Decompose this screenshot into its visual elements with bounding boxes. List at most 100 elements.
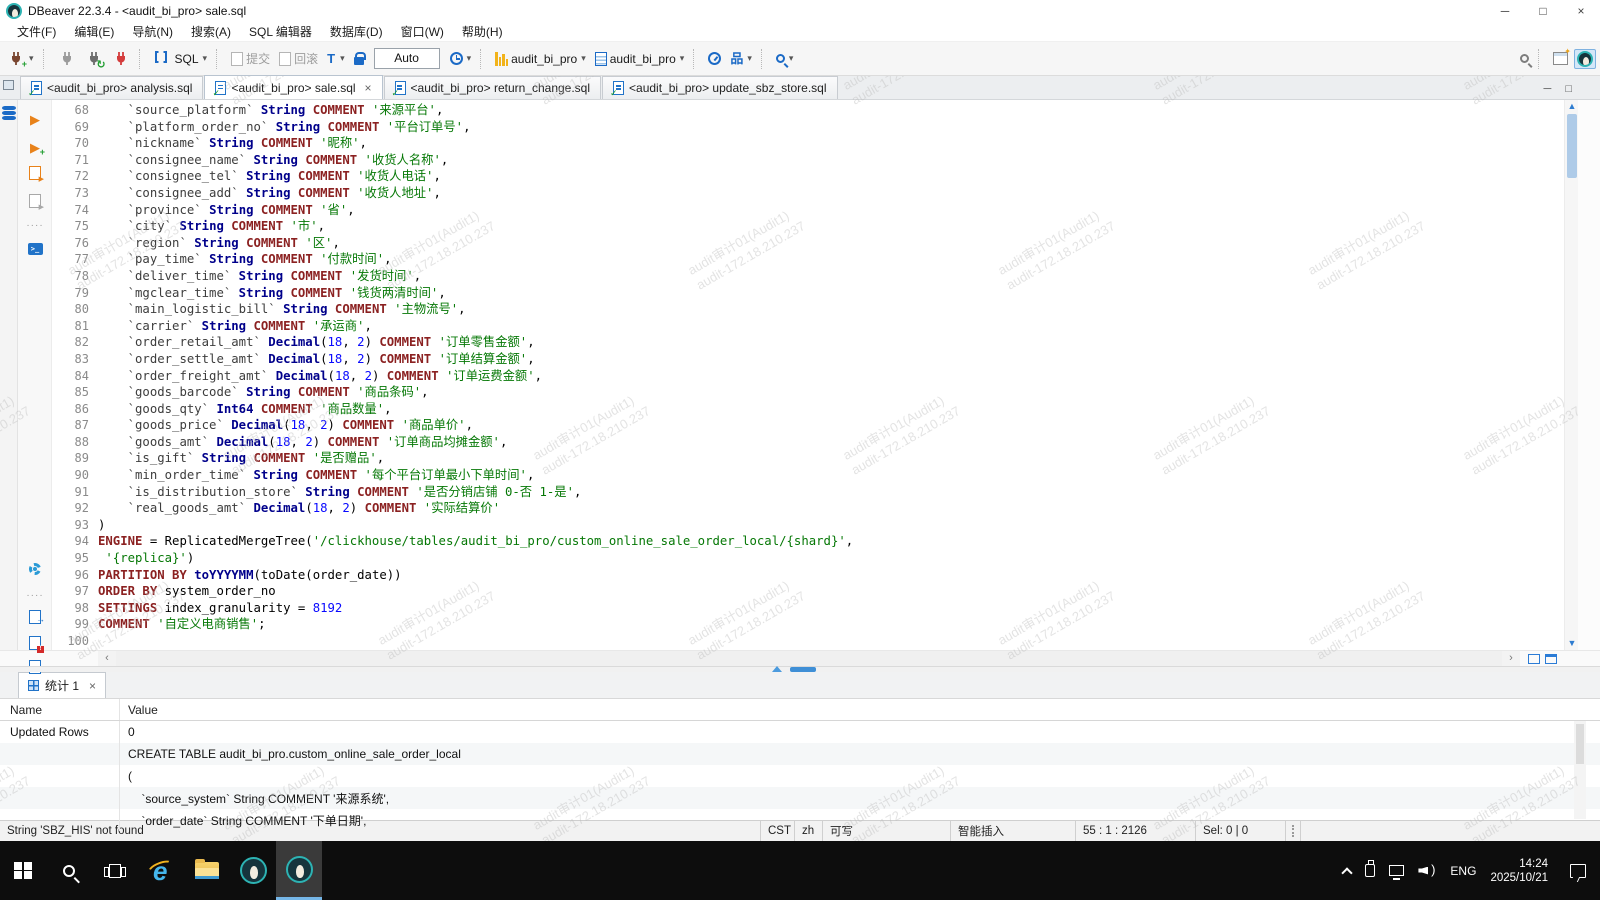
schema-selector[interactable]: audit_bi_pro ▾: [592, 50, 688, 68]
network-icon[interactable]: [1389, 865, 1404, 876]
panel-sash[interactable]: [0, 666, 1600, 672]
volume-icon[interactable]: [1418, 864, 1436, 878]
table-row[interactable]: `source_system` String COMMENT '来源系统',: [0, 787, 1600, 809]
action-center-icon[interactable]: [1570, 864, 1586, 878]
collapse-up-icon[interactable]: [772, 666, 782, 672]
tab-close-icon[interactable]: ×: [365, 81, 372, 95]
sash-handle[interactable]: [790, 667, 816, 672]
usb-icon[interactable]: [1365, 864, 1375, 877]
tab-update-sbz-store-sql[interactable]: <audit_bi_pro> update_sbz_store.sql: [602, 76, 837, 99]
taskbar-search-button[interactable]: [46, 841, 92, 900]
search-icon: [776, 54, 785, 63]
sql-search-button[interactable]: ▾: [773, 51, 797, 66]
minimize-editor-icon[interactable]: ─: [1544, 83, 1552, 95]
database-navigator-icon[interactable]: [2, 106, 16, 121]
execute-script-button[interactable]: [26, 164, 44, 182]
settings-button[interactable]: [26, 560, 44, 578]
cell-name[interactable]: Updated Rows: [0, 721, 120, 743]
menu-database[interactable]: 数据库(D): [321, 23, 392, 40]
cell-name[interactable]: [0, 787, 120, 809]
reconnect-button[interactable]: ↻: [82, 48, 106, 70]
scrollbar-thumb[interactable]: [1567, 114, 1577, 178]
cell-value[interactable]: `order_date` String COMMENT '下单日期',: [120, 809, 1600, 831]
tab-sale-sql[interactable]: <audit_bi_pro> sale.sql ×: [204, 75, 382, 99]
global-search-button[interactable]: [1517, 52, 1532, 65]
cell-value[interactable]: (: [120, 765, 1600, 787]
lock-button[interactable]: [351, 50, 367, 67]
code-line: `nickname` String COMMENT '昵称',: [98, 135, 1564, 152]
cell-value[interactable]: 0: [120, 721, 1600, 743]
menu-help[interactable]: 帮助(H): [453, 23, 512, 40]
file-explorer-button[interactable]: [184, 841, 230, 900]
internet-explorer-button[interactable]: e: [138, 841, 184, 900]
code-line: `goods_barcode` String COMMENT '商品条码',: [98, 384, 1564, 401]
table-row[interactable]: Updated Rows0: [0, 721, 1600, 743]
rollback-button[interactable]: 回滚: [276, 48, 321, 69]
table-row[interactable]: CREATE TABLE audit_bi_pro.custom_online_…: [0, 743, 1600, 765]
sql-editor-button[interactable]: SQL ▾: [151, 48, 211, 70]
code-line: '{replica}'): [98, 550, 1564, 567]
maximize-editor-icon[interactable]: □: [1565, 83, 1572, 95]
minimize-results-icon[interactable]: [1528, 654, 1540, 664]
connect-button[interactable]: [55, 48, 79, 70]
dbeaver-taskbar-button-active[interactable]: [276, 841, 322, 900]
column-header-name[interactable]: Name: [0, 699, 120, 720]
scroll-right-icon[interactable]: ›: [1502, 651, 1520, 666]
start-button[interactable]: [0, 841, 46, 900]
scrollbar-corner: [0, 651, 98, 666]
scroll-left-icon[interactable]: ‹: [98, 651, 116, 666]
column-header-value[interactable]: Value: [120, 699, 1600, 720]
new-connection-button[interactable]: + ▾: [4, 48, 37, 70]
tab-return-change-sql[interactable]: <audit_bi_pro> return_change.sql: [384, 76, 601, 99]
explain-plan-button[interactable]: [26, 192, 44, 210]
transaction-mode-button[interactable]: T ▾: [324, 49, 347, 68]
window-maximize-button[interactable]: □: [1524, 0, 1562, 22]
maximize-results-icon[interactable]: [1545, 654, 1557, 664]
tab-close-icon[interactable]: ×: [89, 679, 96, 693]
cell-name[interactable]: [0, 743, 120, 765]
show-hidden-icons-chevron[interactable]: [1342, 867, 1353, 878]
task-view-button[interactable]: [92, 841, 138, 900]
restore-panes-icon[interactable]: [3, 80, 14, 90]
execute-new-tab-button[interactable]: ▶+: [26, 138, 44, 156]
dashboard-button[interactable]: [705, 50, 724, 67]
results-scrollbar[interactable]: [1574, 721, 1586, 819]
commit-button[interactable]: 提交: [228, 48, 273, 69]
cell-name[interactable]: [0, 809, 120, 831]
dbeaver-taskbar-button[interactable]: [230, 841, 276, 900]
dbeaver-perspective-button[interactable]: [1574, 49, 1596, 69]
menu-navigate[interactable]: 导航(N): [123, 23, 182, 40]
menu-window[interactable]: 窗口(W): [392, 23, 453, 40]
open-console-button[interactable]: >_: [26, 240, 44, 258]
menu-file[interactable]: 文件(F): [8, 23, 65, 40]
open-perspective-button[interactable]: [1550, 50, 1571, 67]
menu-search[interactable]: 搜索(A): [182, 23, 240, 40]
execute-statement-button[interactable]: ▶: [26, 110, 44, 128]
window-minimize-button[interactable]: ─: [1486, 0, 1524, 22]
doc-export-icon: [29, 610, 41, 624]
input-language[interactable]: ENG: [1450, 864, 1476, 878]
transaction-log-button[interactable]: ▾: [447, 50, 475, 67]
cell-name[interactable]: [0, 765, 120, 787]
code-area[interactable]: `source_platform` String COMMENT '来源平台',…: [98, 100, 1564, 650]
scroll-down-icon[interactable]: ▼: [1565, 637, 1579, 650]
table-row[interactable]: `order_date` String COMMENT '下单日期',: [0, 809, 1600, 831]
table-row[interactable]: (: [0, 765, 1600, 787]
scroll-up-icon[interactable]: ▲: [1565, 100, 1579, 113]
tab-analysis-sql[interactable]: <audit_bi_pro> analysis.sql: [20, 76, 203, 99]
menu-sql-editor[interactable]: SQL 编辑器: [240, 23, 321, 40]
tasks-button[interactable]: 品 ▾: [727, 50, 755, 67]
editor-vertical-scrollbar[interactable]: ▲ ▼: [1564, 100, 1578, 650]
taskbar-clock[interactable]: 14:24 2025/10/21: [1490, 857, 1548, 885]
disconnect-button[interactable]: [109, 48, 133, 70]
cell-value[interactable]: `source_system` String COMMENT '来源系统',: [120, 787, 1600, 809]
cell-value[interactable]: CREATE TABLE audit_bi_pro.custom_online_…: [120, 743, 1600, 765]
export-script-button[interactable]: [26, 608, 44, 626]
code-line: `is_distribution_store` String COMMENT '…: [98, 484, 1564, 501]
scrollbar-track[interactable]: [116, 651, 1502, 666]
autocommit-combo[interactable]: Auto: [374, 48, 440, 69]
connection-selector[interactable]: audit_bi_pro ▾: [492, 50, 589, 68]
save-warning-button[interactable]: [26, 634, 44, 652]
window-close-button[interactable]: ×: [1562, 0, 1600, 22]
menu-edit[interactable]: 编辑(E): [65, 23, 123, 40]
